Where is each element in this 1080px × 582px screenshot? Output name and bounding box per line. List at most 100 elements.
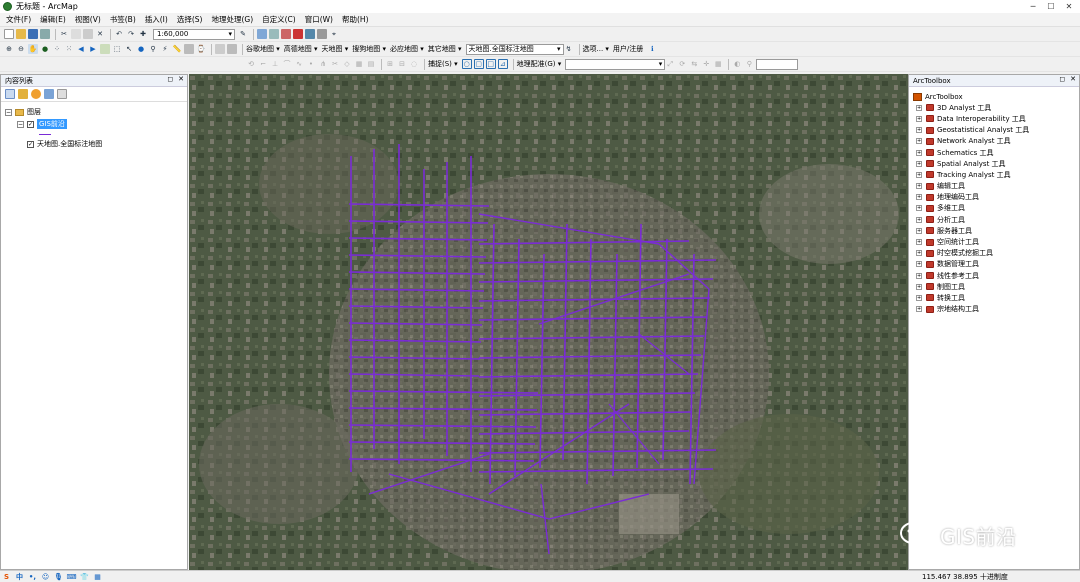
split-tool-icon[interactable]: ⋔ [318, 59, 328, 69]
toolbox-item[interactable]: +3D Analyst 工具 [909, 102, 1079, 113]
toolbox-item[interactable]: + 宗地结构工具 [909, 304, 1079, 315]
arctoolbox-icon[interactable] [293, 29, 303, 39]
add-control-points-icon[interactable]: ✛ [701, 59, 711, 69]
table-of-contents-icon[interactable] [257, 29, 267, 39]
layer-item[interactable]: − ✓ GIS前沿 [5, 118, 187, 130]
link-table-icon[interactable]: ▦ [713, 59, 723, 69]
toolbox-item[interactable]: + Tracking Analyst 工具 [909, 169, 1079, 180]
trace-tool-icon[interactable]: ∿ [294, 59, 304, 69]
edge-snapping-icon[interactable]: ⊿ [497, 59, 508, 69]
html-popup-icon[interactable] [184, 44, 194, 54]
georeferencing-menu[interactable]: 地理配准(G) ▾ [517, 59, 562, 69]
vertex-edit-icon[interactable]: ⊞ [385, 59, 395, 69]
select-features-icon[interactable] [100, 44, 110, 54]
skin-icon[interactable]: 👕 [80, 572, 89, 581]
toolbox-item[interactable]: + Schematics 工具 [909, 147, 1079, 158]
basemap-tianditu[interactable]: 天地图 ▾ [322, 44, 349, 54]
expand-icon[interactable]: + [916, 250, 922, 257]
auto-hide-icon[interactable]: ◻ [1059, 75, 1065, 83]
basemap-other[interactable]: 其它地图 ▾ [428, 44, 462, 54]
toolbox-item[interactable]: + 时空模式挖掘工具 [909, 248, 1079, 259]
effects-icon[interactable]: ◐ [732, 59, 742, 69]
list-by-visibility-icon[interactable] [31, 89, 41, 99]
layer-name[interactable]: GIS前沿 [37, 119, 67, 129]
open-folder-icon[interactable] [16, 29, 26, 39]
basemap-google[interactable]: 谷歌地图 ▾ [246, 44, 280, 54]
expand-icon[interactable]: + [916, 149, 922, 156]
menu-file[interactable]: 文件(F) [6, 14, 31, 25]
effects-value-input[interactable] [756, 58, 799, 70]
paste-icon[interactable] [83, 29, 93, 39]
toolbox-item[interactable]: + 地理编码工具 [909, 192, 1079, 203]
zoom-in-icon[interactable]: ⊕ [4, 44, 14, 54]
options-icon[interactable] [57, 89, 67, 99]
keyboard-icon[interactable]: ⌨ [66, 572, 76, 581]
toolbox-item[interactable]: + 数据管理工具 [909, 259, 1079, 270]
python-window-icon[interactable] [305, 29, 315, 39]
identify-icon[interactable]: ● [136, 44, 146, 54]
copy-icon[interactable] [71, 29, 81, 39]
toolbox-item[interactable]: + 空间统计工具 [909, 236, 1079, 247]
close-button[interactable]: ✕ [1062, 0, 1076, 12]
full-extent-icon[interactable]: ● [40, 44, 50, 54]
cut-polygons-icon[interactable]: ✂ [330, 59, 340, 69]
georef-fit-icon[interactable]: ⤢ [665, 59, 675, 69]
go-to-xy-icon[interactable] [227, 44, 237, 54]
basemap-gaode[interactable]: 高德地图 ▾ [284, 44, 318, 54]
sketch-properties-icon[interactable]: ▤ [366, 59, 376, 69]
close-panel-icon[interactable]: ✕ [178, 75, 184, 83]
refresh-layer-icon[interactable]: ↯ [564, 44, 574, 54]
expand-icon[interactable]: + [916, 205, 922, 212]
punctuation-icon[interactable]: •, [28, 572, 37, 581]
auto-hide-icon[interactable]: ◻ [167, 75, 173, 83]
save-icon[interactable] [28, 29, 38, 39]
forward-icon[interactable]: ▶ [88, 44, 98, 54]
menu-geoprocessing[interactable]: 地理处理(G) [211, 14, 253, 25]
basemap-bing[interactable]: 必应地图 ▾ [390, 44, 424, 54]
new-document-icon[interactable] [4, 29, 14, 39]
vertex-snapping-icon[interactable]: □ [485, 59, 496, 69]
close-panel-icon[interactable]: ✕ [1070, 75, 1076, 83]
catalog-icon[interactable] [269, 29, 279, 39]
expand-icon[interactable]: + [916, 261, 922, 268]
search-window-icon[interactable] [281, 29, 291, 39]
expand-icon[interactable]: + [916, 272, 922, 279]
expand-icon[interactable]: + [916, 183, 922, 190]
fixed-zoom-in-icon[interactable]: ⁘ [52, 44, 62, 54]
toolbox-item[interactable]: + 多维工具 [909, 203, 1079, 214]
select-elements-icon[interactable]: ↖ [124, 44, 134, 54]
expand-icon[interactable]: + [916, 138, 922, 145]
toolbox-item[interactable]: + 转换工具 [909, 292, 1079, 303]
toolbox-item[interactable]: + Spatial Analyst 工具 [909, 158, 1079, 169]
collapse-icon[interactable]: − [5, 108, 12, 116]
undo-icon[interactable]: ↶ [114, 29, 124, 39]
expand-icon[interactable]: + [916, 104, 922, 111]
expand-icon[interactable]: + [916, 294, 922, 301]
help-pointer-icon[interactable]: ⌖ [329, 29, 339, 39]
print-icon[interactable] [40, 29, 50, 39]
sogou-ime-icon[interactable]: S [2, 572, 11, 581]
toolbox-item[interactable]: + Geostatistical Analyst 工具 [909, 125, 1079, 136]
toolbox-item[interactable]: + 线性参考工具 [909, 270, 1079, 281]
list-by-source-icon[interactable] [18, 89, 28, 99]
menu-insert[interactable]: 插入(I) [145, 14, 168, 25]
snapping-menu[interactable]: 捕捉(S) ▾ [428, 59, 458, 69]
straight-segment-icon[interactable]: ⊥ [270, 59, 280, 69]
toolbox-item[interactable]: + Data Interoperability 工具 [909, 113, 1079, 124]
menu-customize[interactable]: 自定义(C) [262, 14, 296, 25]
reshape-icon[interactable]: ◇ [342, 59, 352, 69]
toolbox-root[interactable]: ArcToolbox [909, 91, 1079, 102]
topology-edit-icon[interactable]: ⊟ [397, 59, 407, 69]
expand-icon[interactable]: + [916, 115, 922, 122]
menu-edit[interactable]: 编辑(E) [40, 14, 66, 25]
hyperlink-icon[interactable]: ⚡ [160, 44, 170, 54]
add-data-icon[interactable]: ✚ [138, 29, 148, 39]
time-slider-icon[interactable]: ⌚ [196, 44, 206, 54]
layer-name[interactable]: 天地图.全国标注地图 [37, 139, 102, 149]
end-point-arc-icon[interactable]: ⌒ [282, 59, 292, 69]
model-builder-icon[interactable] [317, 29, 327, 39]
toolbox-grid-icon[interactable]: ▦ [93, 572, 102, 581]
delete-icon[interactable]: ✕ [95, 29, 105, 39]
expand-icon[interactable]: + [916, 227, 922, 234]
menu-view[interactable]: 视图(V) [75, 14, 101, 25]
